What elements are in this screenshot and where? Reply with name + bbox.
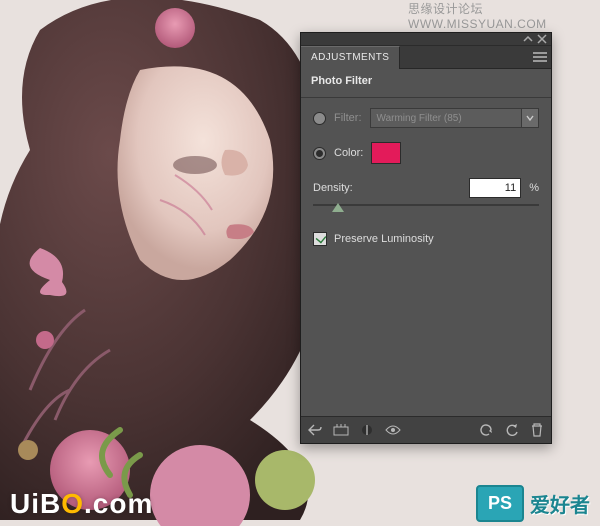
slider-track — [313, 204, 539, 206]
canvas-background: 思缘设计论坛 WWW.MISSYUAN.COM UiBO.com PS 爱好者 … — [0, 0, 600, 526]
clip-icon — [361, 424, 373, 436]
watermark-uibo: UiBO.com — [10, 488, 153, 520]
panel-menu-button[interactable] — [529, 46, 551, 68]
eye-icon — [385, 424, 401, 436]
density-label: Density: — [313, 182, 353, 194]
density-input[interactable] — [469, 178, 521, 198]
reset-icon — [504, 424, 518, 436]
close-icon[interactable] — [537, 34, 547, 44]
menu-icon — [533, 52, 547, 62]
collapse-icon[interactable] — [523, 36, 533, 43]
filter-select[interactable]: Warming Filter (85) — [370, 108, 540, 128]
color-radio[interactable] — [313, 147, 326, 160]
previous-state-button[interactable] — [477, 422, 493, 438]
chevron-down-icon — [526, 115, 534, 121]
adjustments-panel: ADJUSTMENTS Photo Filter Filter: Warming… — [300, 32, 552, 444]
preserve-luminosity-label: Preserve Luminosity — [334, 233, 434, 245]
expanded-view-icon — [333, 424, 349, 436]
panel-spacer — [301, 266, 551, 416]
color-swatch[interactable] — [371, 142, 401, 164]
tab-adjustments[interactable]: ADJUSTMENTS — [301, 46, 400, 69]
clip-to-layer-button[interactable] — [359, 422, 375, 438]
filter-select-button[interactable] — [521, 109, 538, 127]
slider-thumb[interactable] — [332, 203, 344, 212]
density-slider[interactable] — [313, 202, 539, 218]
trash-button[interactable] — [529, 422, 545, 438]
preserve-luminosity-row: Preserve Luminosity — [313, 232, 539, 246]
filter-radio[interactable] — [313, 112, 326, 125]
panel-titlebar[interactable] — [301, 33, 551, 46]
back-arrow-icon — [308, 424, 322, 436]
panel-tabbar: ADJUSTMENTS — [301, 46, 551, 69]
back-button[interactable] — [307, 422, 323, 438]
panel-body: Filter: Warming Filter (85) Color: Densi… — [301, 98, 551, 266]
ps-badge: PS — [476, 485, 524, 522]
reset-button[interactable] — [503, 422, 519, 438]
filter-row: Filter: Warming Filter (85) — [313, 108, 539, 128]
toggle-expanded-button[interactable] — [333, 422, 349, 438]
prev-state-icon — [478, 424, 492, 436]
color-label: Color: — [334, 147, 363, 159]
filter-select-value: Warming Filter (85) — [371, 113, 522, 124]
filter-label: Filter: — [334, 112, 362, 124]
watermark-bottom: PS 爱好者 — [476, 485, 590, 522]
preserve-luminosity-checkbox[interactable] — [313, 232, 327, 246]
density-unit: % — [529, 182, 539, 194]
density-row: Density: % — [313, 178, 539, 198]
visibility-button[interactable] — [385, 422, 401, 438]
watermark-bottom-text: 爱好者 — [530, 489, 590, 518]
panel-footer — [301, 416, 551, 443]
color-row: Color: — [313, 142, 539, 164]
watermark-top-text: 思缘设计论坛 WWW.MISSYUAN.COM — [408, 0, 600, 31]
trash-icon — [531, 423, 543, 437]
panel-subtitle: Photo Filter — [301, 69, 551, 98]
